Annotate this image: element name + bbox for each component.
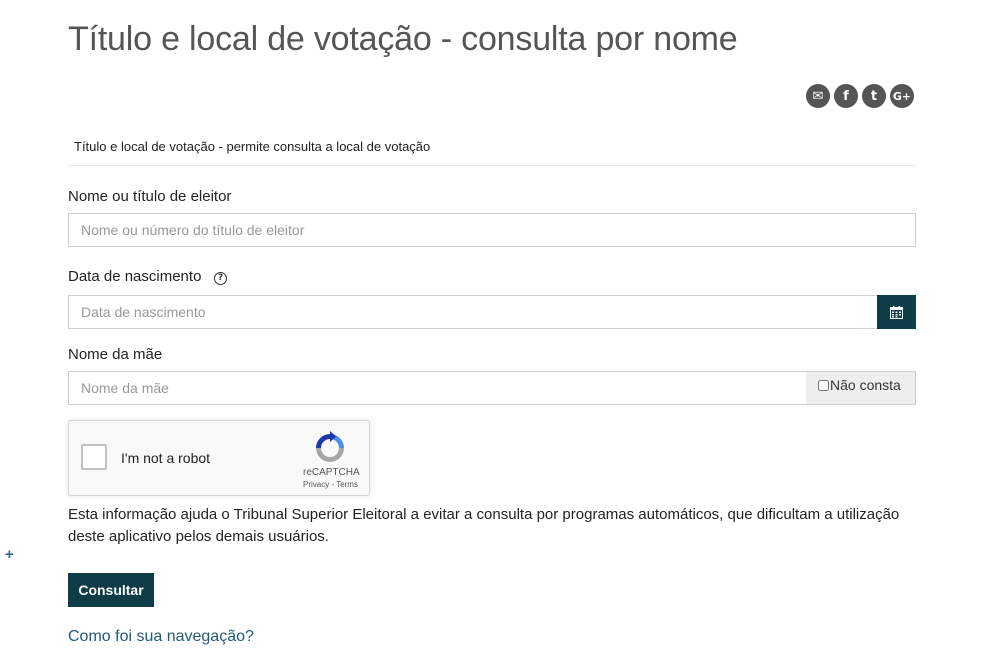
consultar-button[interactable]: Consultar: [68, 573, 154, 607]
google-plus-icon[interactable]: G+: [890, 84, 914, 108]
page-title: Título e local de votação - consulta por…: [68, 20, 738, 58]
name-input[interactable]: [68, 213, 916, 247]
nao-consta-addon: Não consta: [806, 371, 916, 405]
recaptcha-checkbox[interactable]: [81, 444, 107, 470]
question-circle-icon[interactable]: ?: [214, 272, 227, 285]
calendar-icon: [890, 305, 903, 319]
mother-name-input[interactable]: [68, 371, 807, 405]
recaptcha-name: reCAPTCHA: [303, 467, 360, 478]
birth-date-label: Data de nascimento: [68, 268, 202, 285]
plus-icon[interactable]: +: [5, 546, 14, 563]
recaptcha-widget: I'm not a robot reCAPTCHA Privacy - Term…: [68, 420, 370, 496]
nao-consta-checkbox[interactable]: [818, 380, 829, 391]
name-label: Nome ou título de eleitor: [68, 188, 232, 205]
nao-consta-label: Não consta: [830, 377, 901, 393]
mother-name-label: Nome da mãe: [68, 346, 163, 363]
captcha-info-text: Esta informação ajuda o Tribunal Superio…: [68, 506, 900, 545]
share-bar: ✉ f t G+: [806, 84, 914, 108]
facebook-icon[interactable]: f: [834, 84, 858, 108]
email-icon[interactable]: ✉: [806, 84, 830, 108]
feedback-link[interactable]: Como foi sua navegação?: [68, 628, 254, 646]
recaptcha-logo-icon: [316, 431, 344, 462]
divider: [68, 165, 916, 166]
recaptcha-links[interactable]: Privacy - Terms: [303, 480, 358, 489]
page-subtitle: Título e local de votação - permite cons…: [74, 139, 431, 154]
recaptcha-label: I'm not a robot: [121, 450, 211, 466]
birth-date-input[interactable]: [68, 295, 878, 329]
calendar-button[interactable]: [877, 295, 916, 329]
twitter-icon[interactable]: t: [862, 84, 886, 108]
